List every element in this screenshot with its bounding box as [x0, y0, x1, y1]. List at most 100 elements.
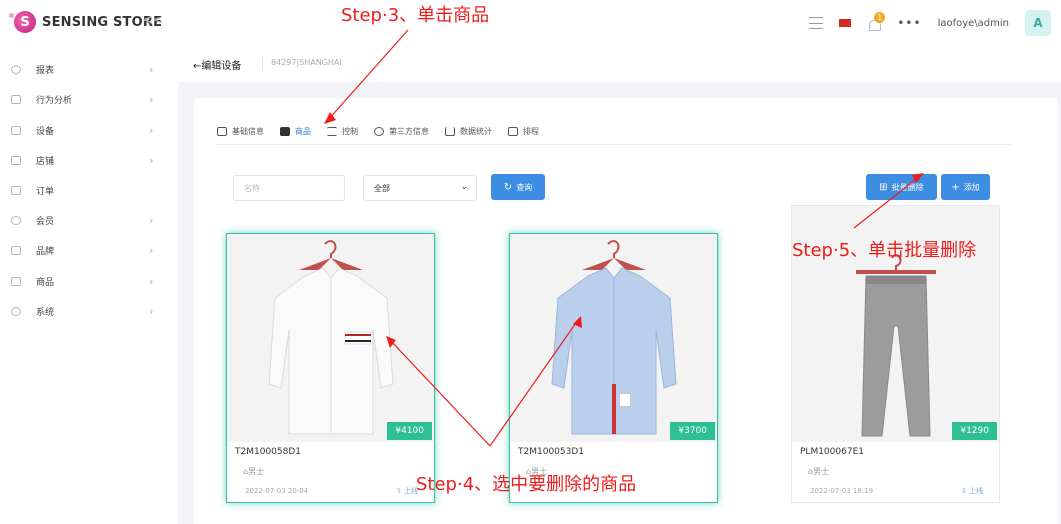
tab-third-party[interactable]: 第三方信息 [374, 121, 429, 141]
user-name[interactable]: laofoye\admin [938, 18, 1009, 29]
tab-label: 数据统计 [460, 126, 492, 136]
tab-label: 基础信息 [232, 126, 264, 136]
tab-schedule[interactable]: 排程 [508, 121, 539, 141]
sidebar-item-label: 行为分析 [36, 95, 73, 106]
sidebar-item-devices[interactable]: 设备 › [0, 117, 178, 143]
price-badge: ¥4100 [387, 422, 432, 440]
crown-icon [11, 245, 21, 255]
store-icon [11, 155, 21, 165]
search-button[interactable]: ↻ 查询 [491, 174, 545, 200]
annotation-step-4: Step·4、选中要删除的商品 [416, 474, 637, 495]
device-panel: 基础信息 商品 控制 第三方信息 数据统计 排程 名称 全部 ⌄ ↻ 查询 ⊞ … [194, 98, 1058, 524]
product-date: 2022-07-03 20:04 [245, 487, 309, 495]
sidebar-item-label: 系统 [36, 307, 55, 318]
status-online[interactable]: ⇧ 上线 [396, 486, 418, 496]
top-bar: S SENSING STORE << 1 ••• laofoye\admin A [0, 0, 1061, 46]
logo[interactable]: S SENSING STORE [9, 11, 162, 33]
tab-label: 控制 [342, 126, 358, 136]
batch-delete-label: 批量删除 [891, 182, 924, 192]
refresh-icon: ↻ [503, 181, 513, 193]
product-sku: T2M100053D1 [518, 447, 585, 457]
chevron-right-icon: › [149, 62, 154, 76]
page-header: ←编辑设备 84297|SHANGHAI [178, 46, 1061, 82]
sliders-icon [327, 126, 337, 136]
shield-icon [374, 126, 384, 136]
product-image-blue-shirt [510, 234, 717, 442]
product-date: 2022-07-03 18:19 [810, 487, 874, 495]
add-button[interactable]: + 添加 [941, 174, 990, 200]
select-value: 全部 [374, 183, 390, 193]
tab-label: 第三方信息 [389, 126, 429, 136]
chevron-right-icon: › [149, 92, 154, 106]
sidebar-item-label: 品牌 [36, 246, 55, 257]
box-icon [280, 126, 290, 136]
order-icon [11, 185, 21, 195]
sidebar-item-behavior[interactable]: 行为分析 › [0, 86, 178, 112]
sidebar-item-orders[interactable]: 订单 [0, 177, 178, 203]
plus-icon: + [951, 181, 960, 193]
status-online[interactable]: ⇧ 上线 [961, 486, 983, 496]
sidebar-item-label: 设备 [36, 126, 55, 137]
product-tag: ⌂男士 [808, 467, 830, 476]
schedule-icon [508, 126, 518, 136]
sidebar-item-system[interactable]: 系统 › [0, 298, 178, 324]
sidebar-item-label: 店铺 [36, 156, 55, 167]
tab-products[interactable]: 商品 [280, 121, 311, 141]
collapse-sidebar-icon[interactable]: << [142, 13, 164, 28]
avatar[interactable]: A [1025, 10, 1051, 36]
tab-control[interactable]: 控制 [327, 121, 358, 141]
bar-chart-icon [445, 126, 455, 136]
product-card[interactable]: ¥3700 T2M100053D1 ⌂男士 [509, 233, 718, 503]
name-search-input[interactable]: 名称 [233, 175, 345, 201]
chevron-right-icon: › [149, 123, 154, 137]
more-icon[interactable]: ••• [897, 16, 921, 30]
bell-icon[interactable]: 1 [867, 12, 886, 31]
sidebar: 报表 › 行为分析 › 设备 › 店铺 › 订单 会员 › 品牌 › 商品 › … [0, 46, 178, 524]
product-card[interactable]: ¥4100 T2M100058D1 ⌂男士 2022-07-03 20:04 ⇧… [226, 233, 435, 503]
product-sku: PLM100067E1 [800, 447, 864, 457]
sidebar-item-reports[interactable]: 报表 › [0, 56, 178, 82]
chevron-right-icon: › [149, 213, 154, 227]
chevron-down-icon: ⌄ [460, 182, 468, 192]
sidebar-item-label: 订单 [36, 186, 55, 197]
search-button-label: 查询 [516, 182, 533, 192]
breadcrumb: 84297|SHANGHAI [271, 58, 342, 67]
gear-icon [11, 306, 21, 316]
main-content: ←编辑设备 84297|SHANGHAI 基础信息 商品 控制 第三方信息 数据… [178, 46, 1061, 524]
product-sku: T2M100058D1 [235, 447, 302, 457]
sidebar-item-label: 报表 [36, 65, 55, 76]
chevron-right-icon: › [149, 274, 154, 288]
category-select[interactable]: 全部 ⌄ [363, 175, 477, 201]
member-icon [11, 215, 21, 225]
form-icon [217, 126, 227, 136]
product-tag: ⌂男士 [243, 467, 265, 476]
dashboard-icon [11, 64, 21, 74]
tab-statistics[interactable]: 数据统计 [445, 121, 492, 141]
tab-bar: 基础信息 商品 控制 第三方信息 数据统计 排程 [217, 121, 1012, 145]
sidebar-item-members[interactable]: 会员 › [0, 207, 178, 233]
tab-label: 商品 [295, 126, 311, 136]
sidebar-item-products[interactable]: 商品 › [0, 268, 178, 294]
language-flag-icon[interactable] [839, 19, 852, 27]
chevron-right-icon: › [149, 304, 154, 318]
chevron-right-icon: › [149, 243, 154, 257]
sidebar-item-stores[interactable]: 店铺 › [0, 147, 178, 173]
notification-badge: 1 [874, 12, 886, 23]
back-link[interactable]: ←编辑设备 [193, 57, 241, 72]
document-icon [11, 94, 21, 104]
add-button-label: 添加 [963, 182, 980, 192]
product-image-white-shirt [227, 234, 434, 442]
sidebar-item-label: 会员 [36, 216, 55, 227]
settings-sliders-icon[interactable] [809, 17, 824, 29]
annotation-step-3: Step·3、单击商品 [341, 5, 490, 26]
sidebar-item-brands[interactable]: 品牌 › [0, 237, 178, 263]
chevron-right-icon: › [149, 153, 154, 167]
box-icon [11, 276, 21, 286]
logo-icon: S [9, 11, 36, 33]
batch-delete-button[interactable]: ⊞ 批量删除 [866, 174, 937, 200]
device-icon [11, 125, 21, 135]
price-badge: ¥1290 [952, 422, 997, 440]
tab-basic-info[interactable]: 基础信息 [217, 121, 264, 141]
tab-label: 排程 [523, 126, 539, 136]
price-badge: ¥3700 [670, 422, 715, 440]
